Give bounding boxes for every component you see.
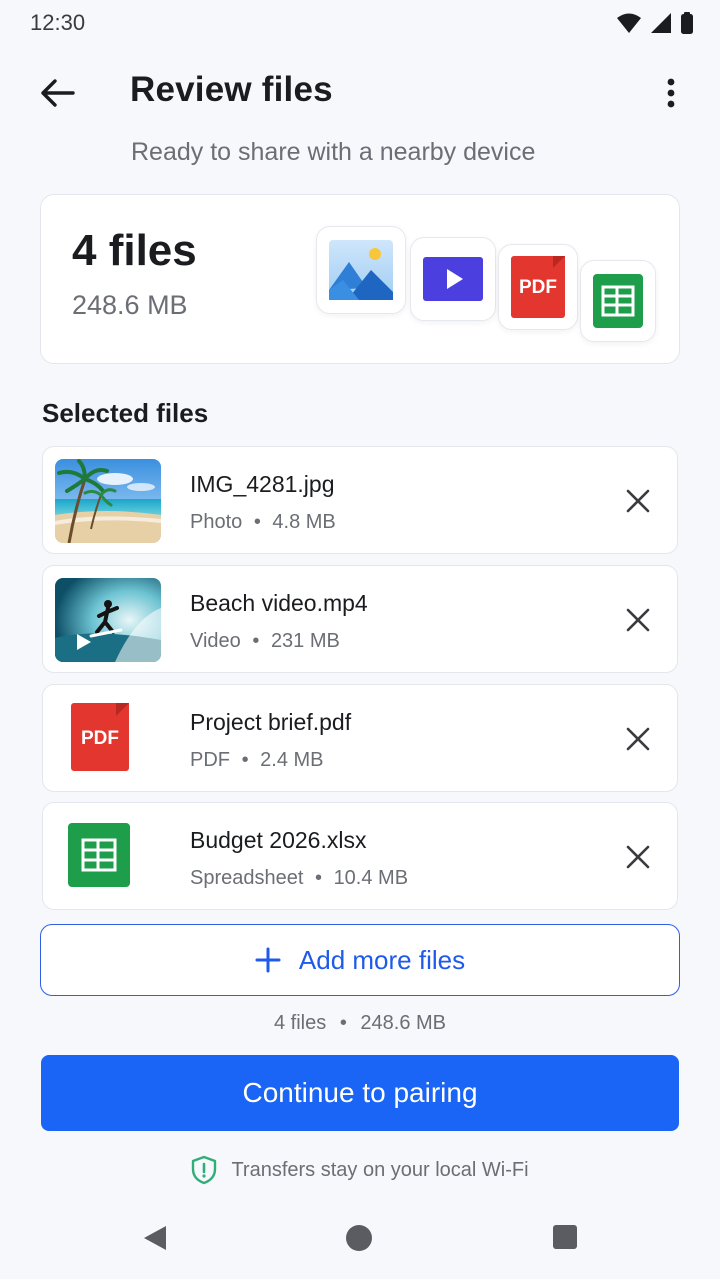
meta-separator: • xyxy=(252,630,260,652)
security-note: Transfers stay on your local Wi-Fi xyxy=(0,1155,720,1185)
status-icons xyxy=(616,12,694,34)
totals-count: 4 files xyxy=(274,1012,327,1034)
beach-photo-thumbnail xyxy=(55,459,161,543)
close-icon xyxy=(626,489,650,513)
video-icon xyxy=(423,257,483,301)
file-type: Photo xyxy=(190,511,243,533)
continue-to-pairing-button[interactable]: Continue to pairing xyxy=(41,1055,679,1131)
summary-total-size: 248.6 MB xyxy=(72,290,188,320)
close-icon xyxy=(626,727,650,751)
nav-recents-icon[interactable] xyxy=(552,1224,578,1250)
wifi-icon xyxy=(617,13,641,33)
file-size: 4.8 MB xyxy=(272,511,336,533)
pdf-icon: PDF xyxy=(511,256,565,318)
file-row: PDF Project brief.pdf PDF • 2.4 MB xyxy=(42,684,678,792)
image-icon xyxy=(329,240,393,300)
signal-icon xyxy=(651,13,671,33)
file-size: 10.4 MB xyxy=(333,867,409,889)
pdf-icon-label: PDF xyxy=(519,277,557,298)
file-name: IMG_4281.jpg xyxy=(190,471,335,497)
totals-size: 248.6 MB xyxy=(360,1012,446,1034)
file-meta: PDF • 2.4 MB xyxy=(190,749,324,772)
meta-separator: • xyxy=(339,1012,347,1034)
nav-home-icon[interactable] xyxy=(345,1224,373,1252)
file-thumbnail-photo xyxy=(55,459,161,543)
remove-file-button[interactable] xyxy=(613,719,663,759)
spreadsheet-icon xyxy=(68,823,130,887)
add-more-files-button[interactable]: Add more files xyxy=(40,924,680,996)
video-type-tile xyxy=(410,237,496,321)
nav-back-icon[interactable] xyxy=(142,1224,168,1252)
file-meta: Spreadsheet • 10.4 MB xyxy=(190,867,408,890)
file-name: Beach video.mp4 xyxy=(190,590,368,616)
arrow-left-icon xyxy=(41,79,75,107)
meta-separator: • xyxy=(253,511,261,533)
plus-icon xyxy=(255,947,281,973)
spreadsheet-type-tile xyxy=(580,260,656,342)
file-row: Beach video.mp4 Video • 231 MB xyxy=(42,565,678,673)
file-size: 2.4 MB xyxy=(260,749,324,771)
selected-files-heading: Selected files xyxy=(42,398,209,428)
pdf-icon: PDF xyxy=(71,703,129,771)
remove-file-button[interactable] xyxy=(613,837,663,877)
pdf-type-tile: PDF xyxy=(498,244,578,330)
page-subtitle: Ready to share with a nearby device xyxy=(131,138,536,166)
more-vert-icon xyxy=(667,78,675,108)
file-row: IMG_4281.jpg Photo • 4.8 MB xyxy=(42,446,678,554)
back-button[interactable] xyxy=(34,70,80,116)
spreadsheet-icon xyxy=(593,274,643,328)
file-type: PDF xyxy=(190,749,230,771)
add-more-files-label: Add more files xyxy=(298,944,466,975)
summary-file-count: 4 files xyxy=(72,226,197,275)
image-type-tile xyxy=(316,226,406,314)
file-row: Budget 2026.xlsx Spreadsheet • 10.4 MB xyxy=(42,802,678,910)
file-name: Budget 2026.xlsx xyxy=(190,827,367,853)
remove-file-button[interactable] xyxy=(613,600,663,640)
meta-separator: • xyxy=(241,749,249,771)
security-note-text: Transfers stay on your local Wi-Fi xyxy=(231,1158,529,1181)
remove-file-button[interactable] xyxy=(613,481,663,521)
selection-totals: 4 files • 248.6 MB xyxy=(0,1012,720,1035)
more-options-button[interactable] xyxy=(648,70,694,116)
meta-separator: • xyxy=(314,867,322,889)
file-size: 231 MB xyxy=(270,630,340,652)
file-name: Project brief.pdf xyxy=(190,709,352,735)
file-meta: Photo • 4.8 MB xyxy=(190,511,336,534)
surf-video-thumbnail xyxy=(55,578,161,662)
close-icon xyxy=(626,608,650,632)
close-icon xyxy=(626,845,650,869)
battery-icon xyxy=(681,12,693,34)
pdf-icon-label: PDF xyxy=(81,728,119,749)
shield-check-icon xyxy=(192,1155,217,1185)
status-time: 12:30 xyxy=(30,10,86,35)
file-type: Video xyxy=(190,630,241,652)
page-title: Review files xyxy=(130,70,333,109)
file-thumbnail-video xyxy=(55,578,161,662)
file-type: Spreadsheet xyxy=(190,867,304,889)
file-meta: Video • 231 MB xyxy=(190,630,340,653)
